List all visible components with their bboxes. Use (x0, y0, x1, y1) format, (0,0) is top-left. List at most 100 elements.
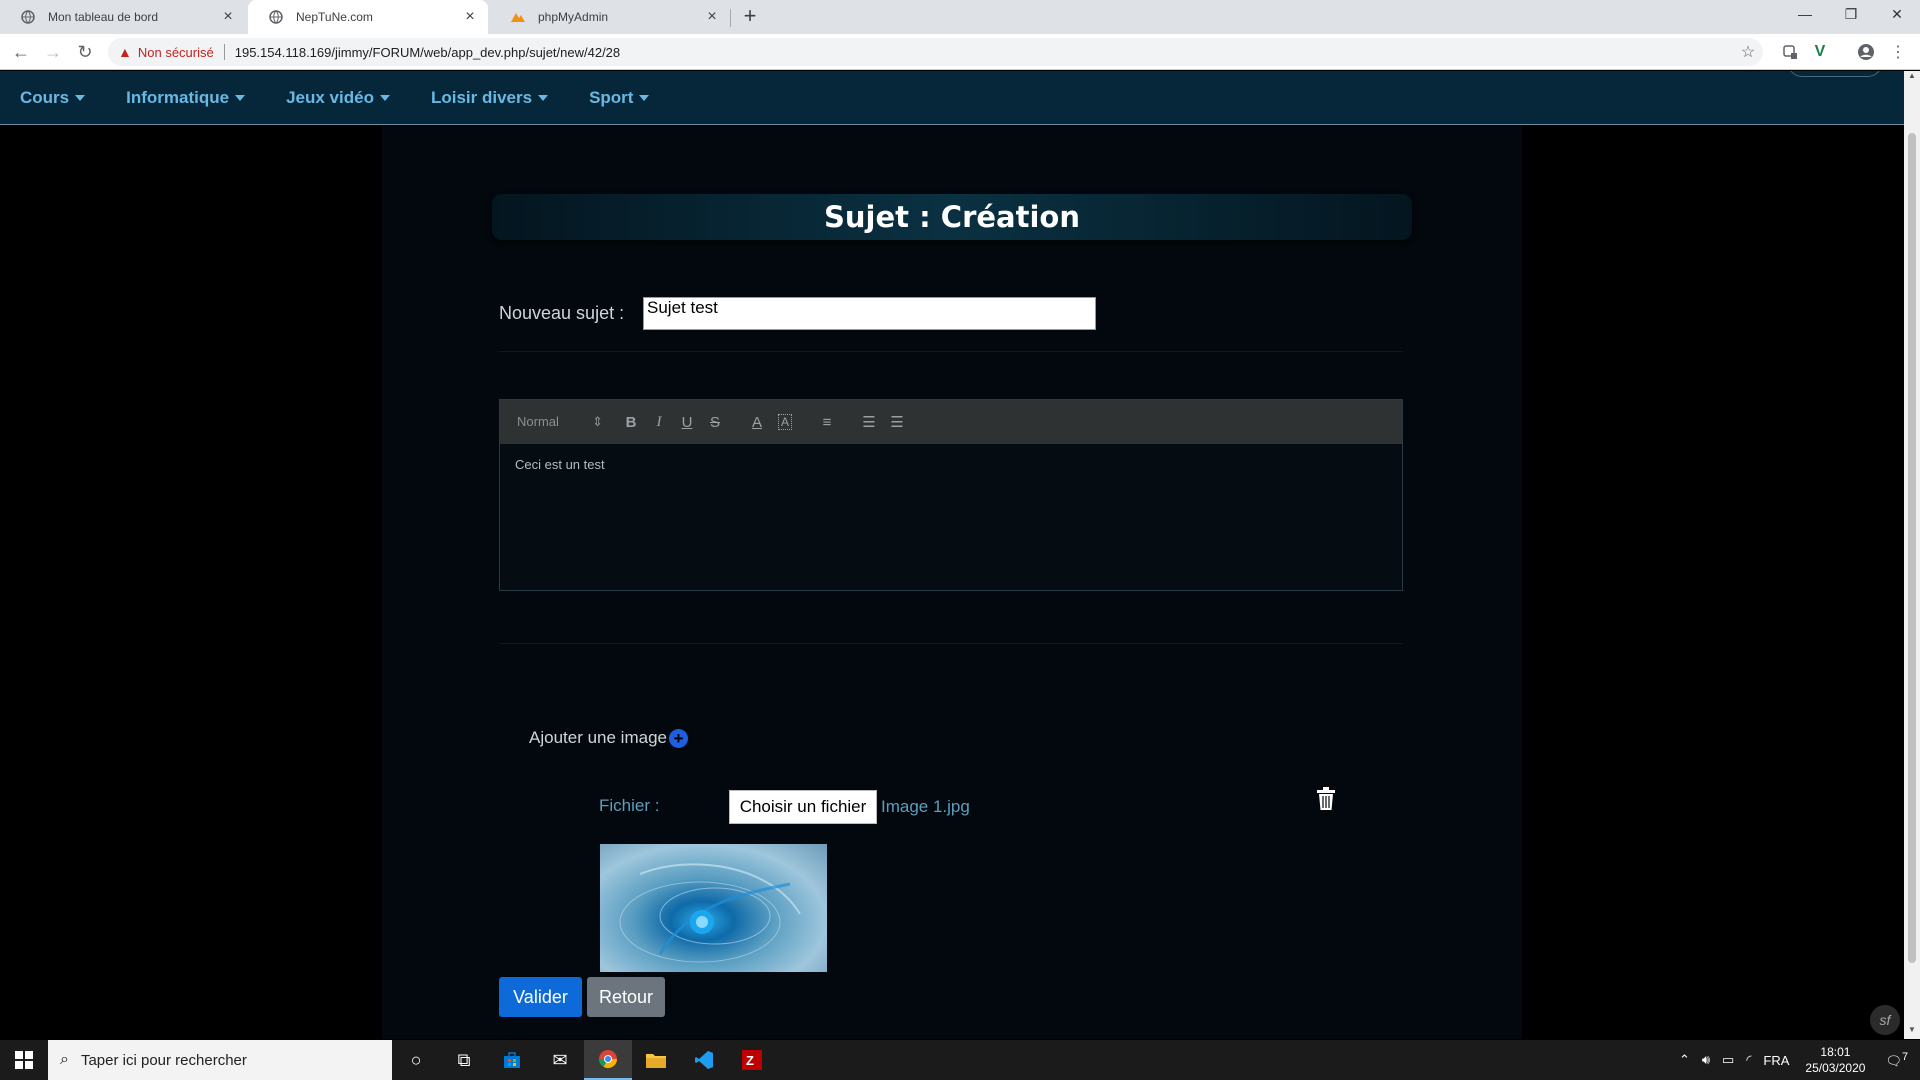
task-view-icon[interactable]: ⧉ (440, 1040, 488, 1080)
add-image-label: Ajouter une image (529, 728, 667, 747)
add-image-control[interactable]: Ajouter une image + (529, 728, 688, 748)
notifications-icon[interactable]: 🗨︎7 (1885, 1051, 1908, 1069)
new-tab-button[interactable]: + (738, 5, 762, 29)
url-text[interactable]: 195.154.118.169/jimmy/FORUM/web/app_dev.… (235, 45, 620, 60)
restore-button[interactable]: ❐ (1828, 0, 1874, 28)
nav-label: Sport (589, 87, 634, 107)
tab-separator (730, 9, 731, 27)
caret-down-icon (379, 94, 390, 101)
rich-text-editor[interactable]: Normal ⇕ B I U S A A ≡ ☰ ☰ Ceci est un te… (499, 399, 1403, 591)
address-bar[interactable]: ▲ Non sécurisé 195.154.118.169/jimmy/FOR… (108, 38, 1763, 66)
window-close-button[interactable]: ✕ (1874, 0, 1920, 28)
globe-icon (268, 9, 284, 25)
globe-icon (20, 9, 36, 25)
file-label: Fichier : (599, 796, 660, 815)
tab-phpmyadmin[interactable]: phpMyAdmin × (490, 0, 730, 34)
align-icon[interactable]: ≡ (813, 414, 841, 431)
page-title-bar: Sujet : Création (492, 194, 1412, 240)
page-scrollbar[interactable]: ▲ ▼ (1904, 71, 1920, 1039)
background-color-icon[interactable]: A (778, 414, 792, 430)
language-indicator[interactable]: FRA (1763, 1053, 1789, 1068)
bookmark-star-icon[interactable]: ☆ (1736, 40, 1760, 64)
windows-taskbar: ⌕ Taper ici pour rechercher ○ ⧉ ✉ Z ⌃ 🔊︎… (0, 1040, 1920, 1080)
close-icon[interactable]: × (704, 9, 720, 25)
security-status[interactable]: Non sécurisé (138, 45, 214, 60)
nav-item-cours[interactable]: Cours (20, 87, 86, 108)
page-viewport: Cours Informatique Jeux vidéo Loisir div… (0, 71, 1904, 1039)
symfony-toolbar-icon[interactable]: sf (1870, 1005, 1900, 1035)
tab-mon-tableau-de-bord[interactable]: Mon tableau de bord × (0, 0, 246, 34)
nav-label: Loisir divers (430, 87, 533, 107)
editor-content[interactable]: Ceci est un test (500, 444, 1402, 485)
editor-toolbar: Normal ⇕ B I U S A A ≡ ☰ ☰ (500, 400, 1402, 444)
subject-label: Nouveau sujet : (499, 303, 625, 323)
mail-icon[interactable]: ✉ (536, 1040, 584, 1080)
file-explorer-icon[interactable] (632, 1040, 680, 1080)
file-name: Image 1.jpg (881, 797, 970, 816)
browser-tab-strip: Mon tableau de bord × NepTuNe.com × phpM… (0, 0, 1920, 34)
divider (499, 351, 1403, 352)
battery-icon[interactable]: ▭ (1722, 1052, 1734, 1068)
nav-item-sport[interactable]: Sport (589, 87, 650, 108)
nav-label: Cours (20, 87, 70, 107)
subject-input[interactable]: Sujet test (643, 297, 1096, 330)
warning-icon: ▲ (118, 44, 132, 60)
nav-item-informatique[interactable]: Informatique (126, 88, 246, 108)
format-select[interactable]: Normal ⇕ (517, 414, 603, 430)
ordered-list-icon[interactable]: ☰ (855, 413, 883, 431)
system-tray: ⌃ 🔊︎ ▭ ◜ FRA 18:01 25/03/2020 🗨︎7 (1673, 1040, 1920, 1080)
scrollbar-thumb[interactable] (1908, 133, 1916, 963)
plus-circle-icon[interactable]: + (668, 728, 688, 748)
caret-down-icon (639, 94, 650, 101)
nav-item-jeux-video[interactable]: Jeux vidéo (286, 88, 390, 108)
menu-dots-icon[interactable]: ⋮ (1886, 40, 1910, 64)
profile-icon[interactable] (1854, 40, 1878, 64)
minimize-button[interactable]: — (1782, 0, 1828, 28)
tab-title: Mon tableau de bord (48, 10, 159, 24)
caret-down-icon (538, 94, 549, 101)
cortana-icon[interactable]: ○ (392, 1040, 440, 1080)
volume-icon[interactable]: 🔊︎ (1702, 1052, 1710, 1068)
page-title: Sujet : Création (824, 200, 1080, 234)
strikethrough-icon[interactable]: S (701, 414, 729, 431)
time: 18:01 (1820, 1045, 1851, 1059)
scroll-up-icon[interactable]: ▲ (1904, 71, 1920, 85)
select-arrows-icon: ⇕ (592, 414, 603, 429)
chrome-icon[interactable] (584, 1040, 632, 1080)
back-button[interactable]: Retour (587, 977, 665, 1017)
address-toolbar: ← → ↻ ▲ Non sécurisé 195.154.118.169/jim… (0, 34, 1920, 70)
phpmyadmin-icon (510, 9, 526, 25)
taskbar-search[interactable]: ⌕ Taper ici pour rechercher (48, 1040, 392, 1080)
reload-icon[interactable]: ↻ (73, 40, 97, 64)
back-arrow-icon[interactable]: ← (9, 40, 33, 64)
search-icon: ⌕ (60, 1051, 69, 1068)
scroll-down-icon[interactable]: ▼ (1904, 1025, 1920, 1039)
chevron-up-icon[interactable]: ⌃ (1679, 1052, 1690, 1068)
choose-file-button[interactable]: Choisir un fichier (729, 790, 877, 824)
svg-text:Z: Z (746, 1053, 754, 1068)
submit-button[interactable]: Valider (499, 977, 582, 1017)
tab-neptune[interactable]: NepTuNe.com × (248, 0, 488, 34)
clock[interactable]: 18:01 25/03/2020 (1805, 1044, 1865, 1076)
bold-icon[interactable]: B (617, 414, 645, 431)
windows-start-icon[interactable] (0, 1040, 48, 1080)
forward-arrow-icon[interactable]: → (41, 40, 65, 64)
vue-devtools-icon[interactable]: V (1808, 40, 1832, 64)
wifi-icon[interactable]: ◜ (1746, 1052, 1751, 1068)
nav-item-loisir-divers[interactable]: Loisir divers (430, 87, 549, 108)
vscode-icon[interactable] (680, 1040, 728, 1080)
filezilla-icon[interactable]: Z (728, 1040, 776, 1080)
trash-icon[interactable] (1316, 787, 1336, 811)
search-placeholder: Taper ici pour rechercher (80, 1051, 247, 1069)
underline-icon[interactable]: U (673, 414, 701, 431)
close-icon[interactable]: × (220, 9, 236, 25)
text-color-icon[interactable]: A (743, 414, 771, 431)
header-pill (1788, 71, 1882, 77)
italic-icon[interactable]: I (645, 414, 673, 431)
format-select-value: Normal (517, 414, 559, 429)
extension-icon[interactable] (1778, 40, 1802, 64)
divider (499, 643, 1403, 644)
bullet-list-icon[interactable]: ☰ (883, 413, 911, 431)
store-icon[interactable] (488, 1040, 536, 1080)
close-icon[interactable]: × (462, 9, 478, 25)
